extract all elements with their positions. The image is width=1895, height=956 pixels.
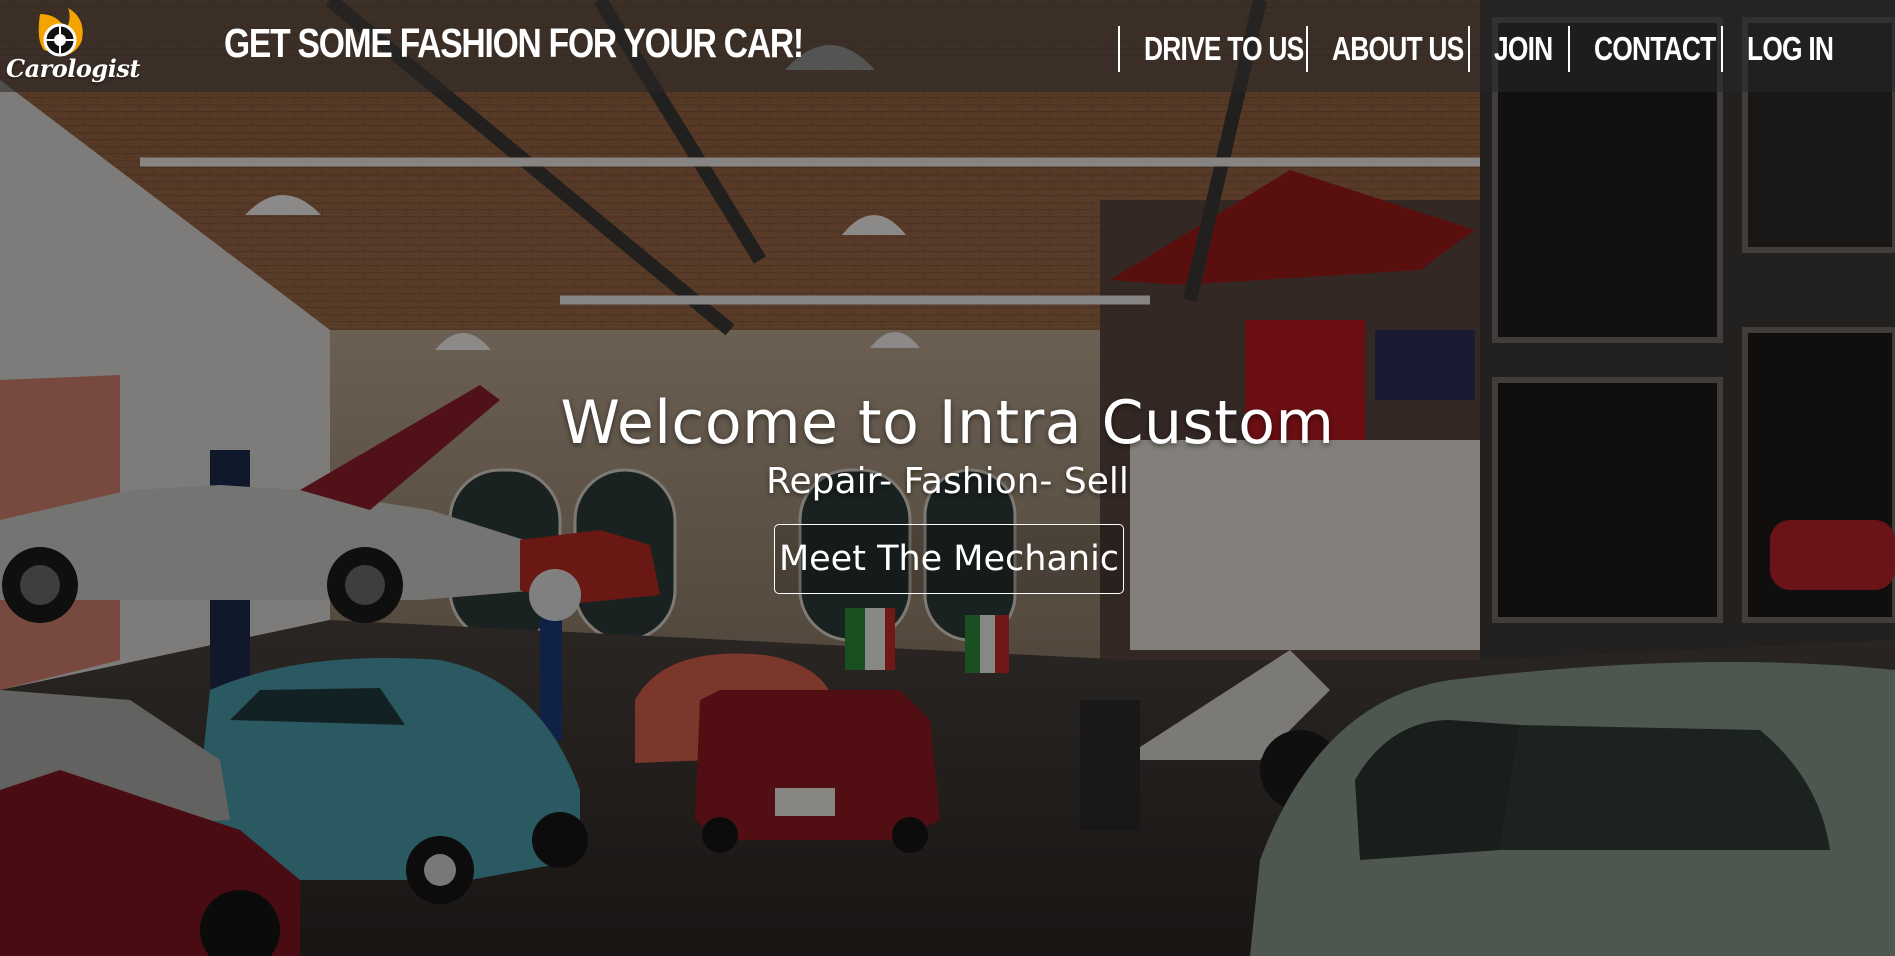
brand-logo-text: Carologist — [6, 54, 140, 83]
nav-drive-to-us[interactable]: DRIVE TO US — [1118, 26, 1328, 72]
nav-log-in[interactable]: LOG IN — [1721, 26, 1895, 72]
header-tagline: GET SOME FASHION FOR YOUR CAR! — [224, 20, 804, 66]
nav-join-label: JOIN — [1494, 30, 1553, 67]
hero-title: Welcome to Intra Custom — [560, 388, 1335, 458]
nav-drive-to-us-label: DRIVE TO US — [1144, 30, 1304, 67]
nav-about-us[interactable]: ABOUT US — [1306, 26, 1490, 72]
nav-contact[interactable]: CONTACT — [1568, 26, 1744, 72]
brand-logo[interactable]: Carologist — [2, 8, 140, 86]
nav-about-us-label: ABOUT US — [1332, 30, 1464, 67]
top-navigation-bar: Carologist GET SOME FASHION FOR YOUR CAR… — [0, 0, 1895, 92]
nav-contact-label: CONTACT — [1594, 30, 1716, 67]
hero-subtitle: Repair- Fashion- Sell — [766, 461, 1129, 502]
nav-log-in-label: LOG IN — [1747, 30, 1834, 67]
main-nav: DRIVE TO US ABOUT US JOIN CONTACT LOG IN — [1118, 26, 1895, 72]
meet-the-mechanic-button[interactable]: Meet The Mechanic — [774, 524, 1124, 594]
